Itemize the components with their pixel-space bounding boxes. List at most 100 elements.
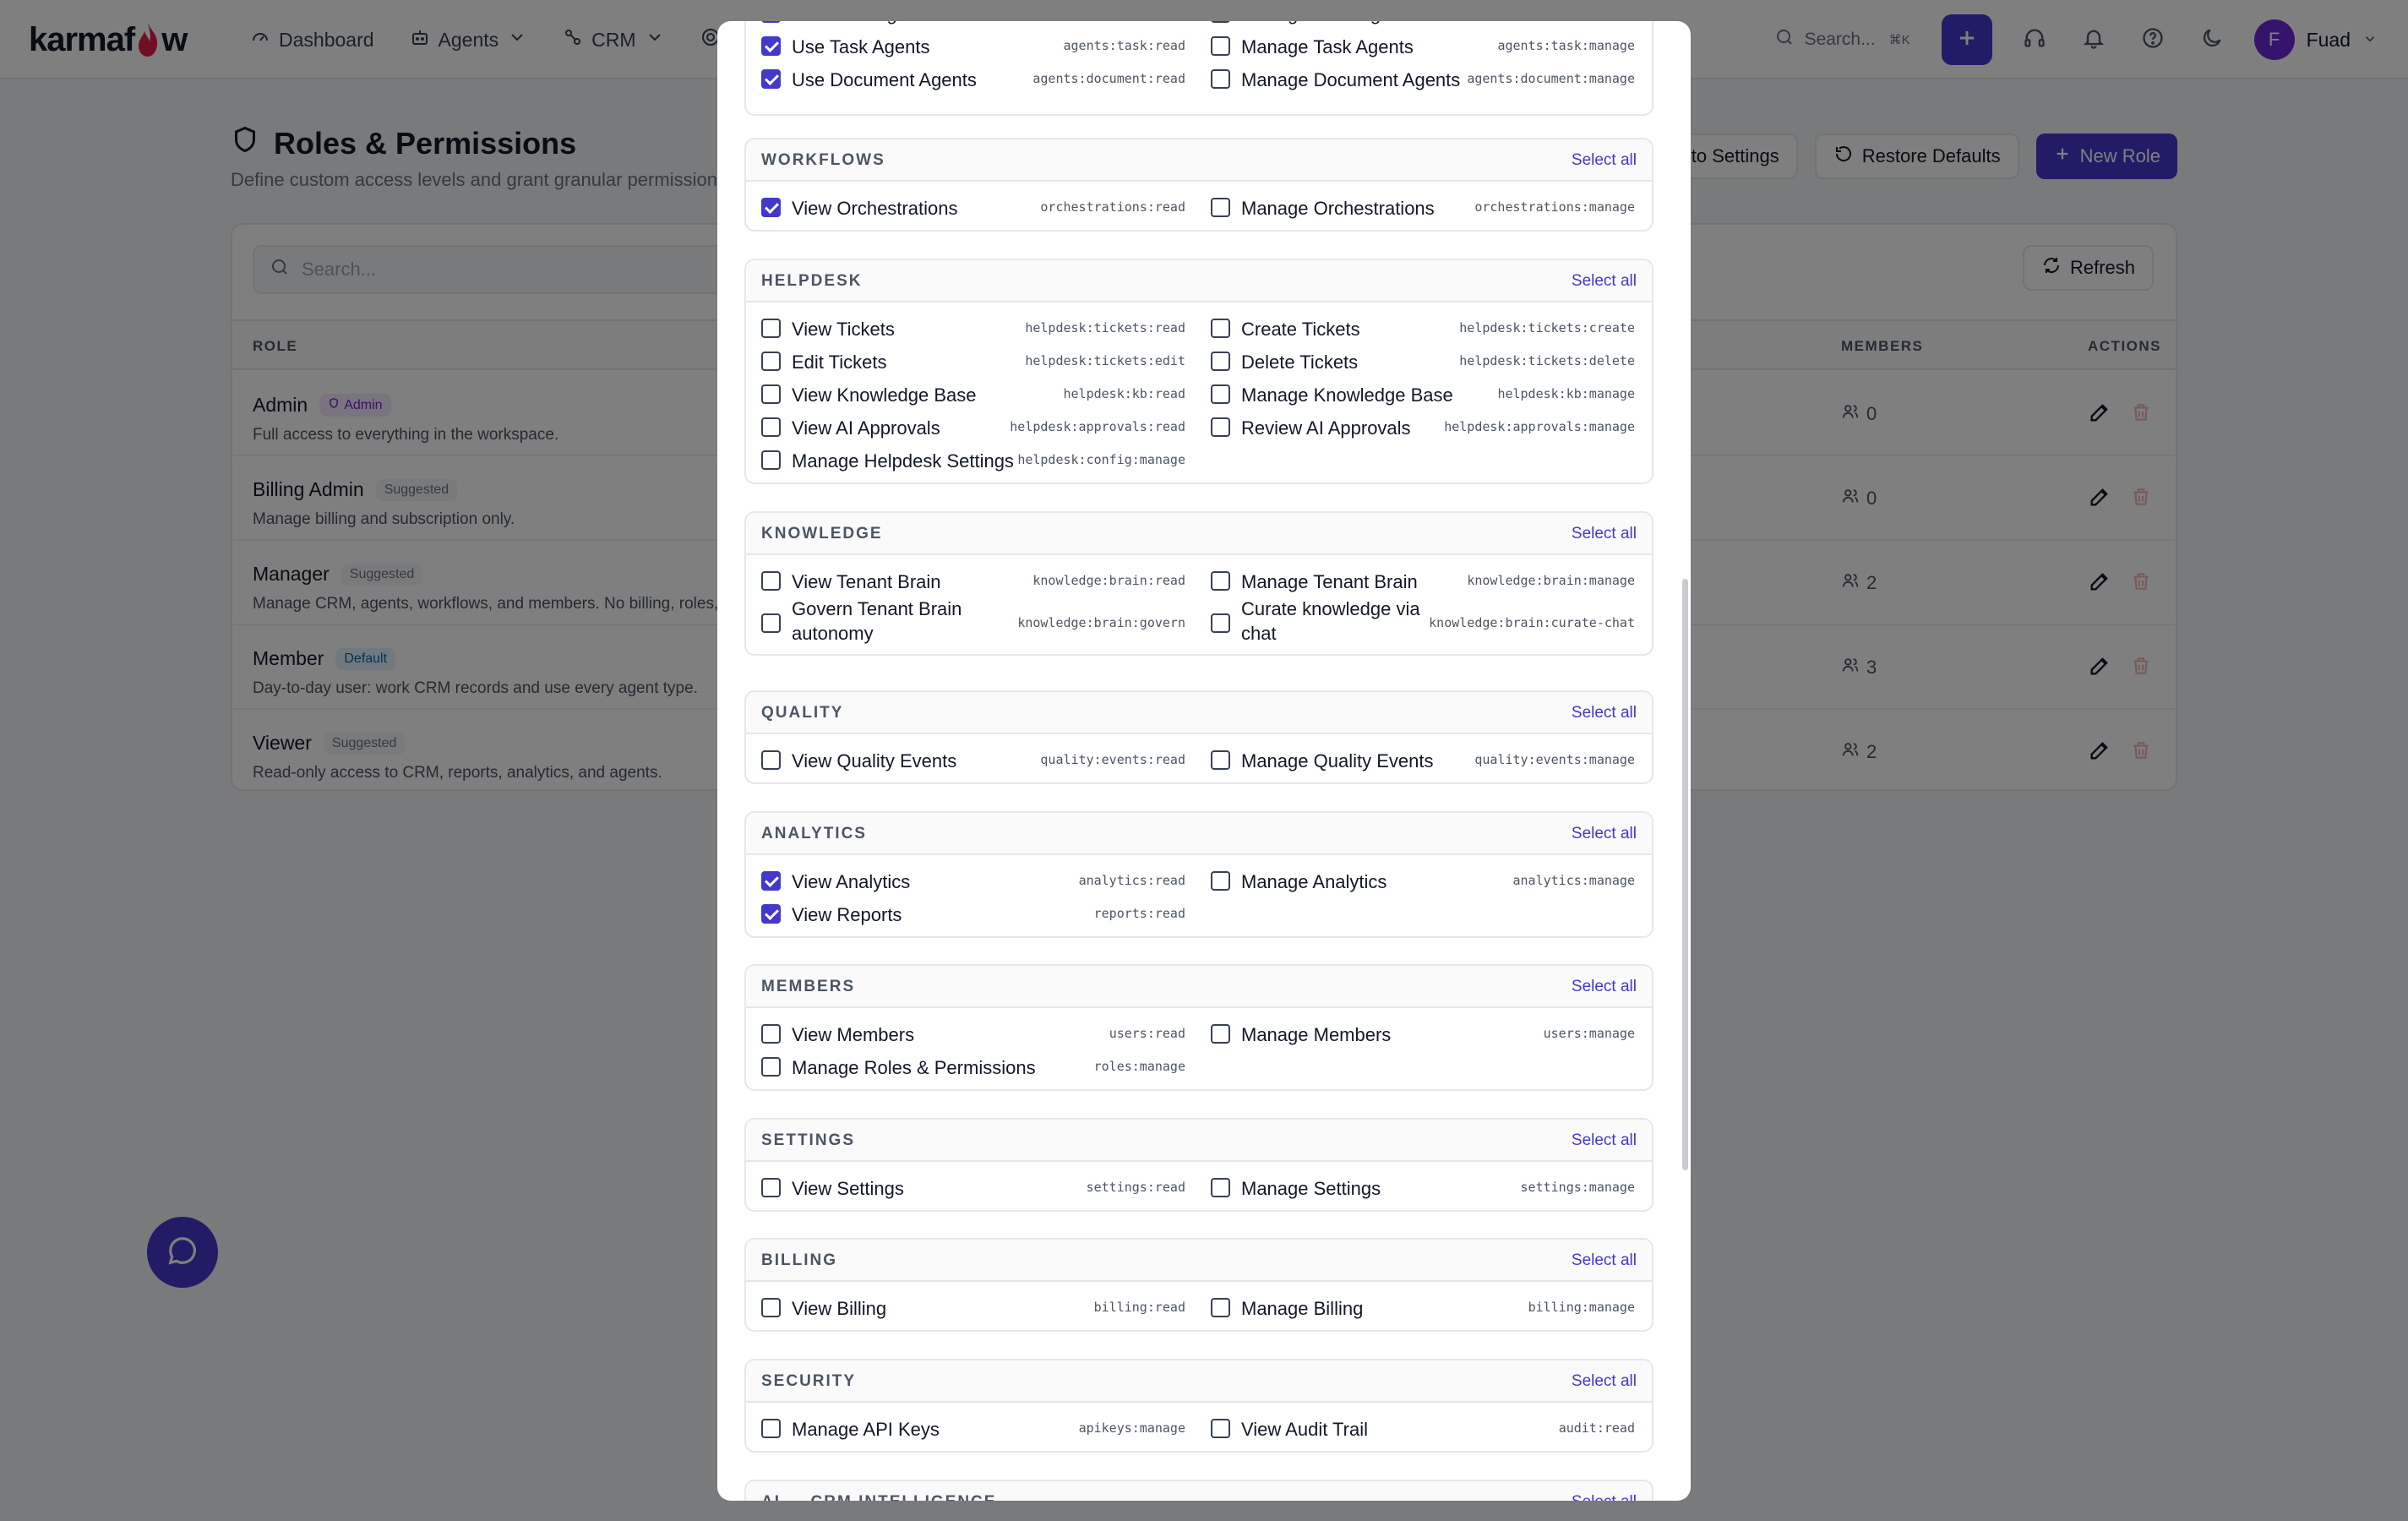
permission-checkbox[interactable] [1211,198,1230,217]
permission-label: View Members [792,1024,915,1045]
permission-checkbox[interactable] [1211,1419,1230,1438]
permission-section-knowledge: KNOWLEDGE Select all View Tenant Brain know… [744,511,1653,656]
permission-checkbox[interactable] [1211,571,1230,591]
permission-checkbox[interactable] [1211,352,1230,371]
permission-checkbox[interactable] [761,69,781,89]
permission-label: View Settings [792,1178,904,1199]
permission-checkbox[interactable] [1211,613,1230,633]
permission-item[interactable]: Manage Roles & Permissions roles:manage [746,1049,1185,1082]
permission-checkbox[interactable] [1211,1024,1230,1044]
permission-label: Create Tickets [1241,319,1360,340]
permission-item[interactable]: View Reports reports:read [746,897,1185,929]
permission-checkbox[interactable] [1211,417,1230,437]
permission-item[interactable]: Manage Knowledge Base helpdesk:kb:manage [1196,377,1635,409]
permission-label: Manage Orchestrations [1241,198,1435,219]
permission-item[interactable]: Manage Billing billing:manage [1196,1290,1635,1322]
permission-item[interactable]: View Settings settings:read [746,1170,1185,1202]
permission-item[interactable]: Manage Task Agents agents:task:manage [1196,29,1635,61]
permission-checkbox[interactable] [1211,319,1230,338]
section-title: SETTINGS [761,1131,856,1149]
select-all-link[interactable]: Select all [1572,151,1637,170]
permission-item[interactable]: Manage Helpdesk Settings helpdesk:config:… [746,443,1185,475]
permission-item[interactable]: Manage Settings settings:manage [1196,1170,1635,1202]
permission-checkbox[interactable] [761,198,781,217]
permission-checkbox[interactable] [761,1057,781,1077]
permission-checkbox[interactable] [761,871,781,891]
permission-checkbox[interactable] [761,352,781,371]
permission-checkbox[interactable] [1211,1298,1230,1317]
permission-checkbox[interactable] [761,1178,781,1197]
permission-item[interactable]: View Audit Trail audit:read [1196,1411,1635,1443]
permission-checkbox[interactable] [761,417,781,437]
permission-item[interactable]: View Tickets helpdesk:tickets:read [746,311,1185,343]
select-all-link[interactable]: Select all [1572,1131,1637,1150]
permission-checkbox[interactable] [1211,36,1230,56]
permission-item[interactable]: Govern Tenant Brain autonomy knowledge:br… [746,597,1185,647]
permission-item[interactable]: View Members users:read [746,1017,1185,1049]
select-all-link[interactable]: Select all [1572,825,1637,843]
permission-checkbox[interactable] [1211,1178,1230,1197]
modal-scrollbar[interactable] [1682,579,1688,1170]
permission-item[interactable]: Manage Members users:manage [1196,1017,1635,1049]
permission-item[interactable]: View Billing billing:read [746,1290,1185,1322]
permission-item[interactable]: Manage Document Agents agents:document:ma… [1196,62,1635,94]
permission-label: Manage Quality Events [1241,750,1434,771]
select-all-link[interactable]: Select all [1572,1251,1637,1270]
permission-code: helpdesk:tickets:read [1025,320,1185,335]
permission-checkbox[interactable] [761,571,781,591]
permission-item[interactable]: Review AI Approvals helpdesk:approvals:ma… [1196,410,1635,442]
permission-item[interactable]: View Knowledge Base helpdesk:kb:read [746,377,1185,409]
permission-item[interactable]: Create Tickets helpdesk:tickets:create [1196,311,1635,343]
permission-item[interactable]: Delete Tickets helpdesk:tickets:delete [1196,344,1635,376]
permission-checkbox[interactable] [761,21,781,23]
permission-item[interactable]: Manage Quality Events quality:events:mana… [1196,743,1635,775]
permission-checkbox[interactable] [761,1419,781,1438]
permission-item[interactable]: Manage Tenant Brain knowledge:brain:manag… [1196,564,1635,596]
permission-item[interactable]: Use Task Agents agents:task:read [746,29,1185,61]
permission-checkbox[interactable] [761,319,781,338]
section-title: KNOWLEDGE [761,525,883,542]
permission-checkbox[interactable] [1211,871,1230,891]
permission-checkbox[interactable] [761,384,781,404]
permission-checkbox[interactable] [761,904,781,924]
permission-checkbox[interactable] [1211,384,1230,404]
permission-code: settings:manage [1520,1180,1635,1195]
permission-label: Review AI Approvals [1241,417,1411,439]
permissions-scroll-area[interactable]: Use SMS Agentsagents:sms:read Manage SMS … [717,21,1691,1501]
section-title: ANALYTICS [761,825,867,842]
select-all-link[interactable]: Select all [1572,704,1637,722]
permission-item[interactable]: Manage Orchestrations orchestrations:mana… [1196,190,1635,222]
permission-item[interactable]: Use SMS Agentsagents:sms:read [746,21,1185,28]
select-all-link[interactable]: Select all [1572,1493,1637,1501]
permission-checkbox[interactable] [761,36,781,56]
permission-item[interactable]: View Tenant Brain knowledge:brain:read [746,564,1185,596]
permission-checkbox[interactable] [761,1024,781,1044]
permission-item[interactable]: View Quality Events quality:events:read [746,743,1185,775]
permission-code: analytics:read [1078,873,1185,888]
permission-item[interactable]: View AI Approvals helpdesk:approvals:read [746,410,1185,442]
permission-checkbox[interactable] [761,450,781,470]
permission-item[interactable]: Manage Analytics analytics:manage [1196,864,1635,896]
select-all-link[interactable]: Select all [1572,978,1637,996]
permission-item[interactable]: Manage API Keys apikeys:manage [746,1411,1185,1443]
permission-checkbox[interactable] [1211,69,1230,89]
permission-item[interactable]: Edit Tickets helpdesk:tickets:edit [746,344,1185,376]
select-all-link[interactable]: Select all [1572,1372,1637,1391]
permission-item[interactable]: Use Document Agents agents:document:read [746,62,1185,94]
permission-checkbox[interactable] [761,613,781,633]
permission-label: Edit Tickets [792,352,887,373]
permission-code: users:read [1109,1026,1185,1041]
permission-code: agents:document:read [1032,71,1185,86]
permission-checkbox[interactable] [761,750,781,770]
permission-item[interactable]: View Analytics analytics:read [746,864,1185,896]
permission-checkbox[interactable] [1211,750,1230,770]
select-all-link[interactable]: Select all [1572,272,1637,291]
permission-label: View Orchestrations [792,198,958,219]
permission-checkbox[interactable] [1211,21,1230,23]
permission-checkbox[interactable] [761,1298,781,1317]
permission-code: helpdesk:approvals:read [1010,419,1185,434]
permission-item[interactable]: Manage SMS Agentsagents:sms:manage [1196,21,1635,28]
permission-item[interactable]: Curate knowledge via chat knowledge:brain… [1196,597,1635,647]
permission-item[interactable]: View Orchestrations orchestrations:read [746,190,1185,222]
select-all-link[interactable]: Select all [1572,525,1637,543]
